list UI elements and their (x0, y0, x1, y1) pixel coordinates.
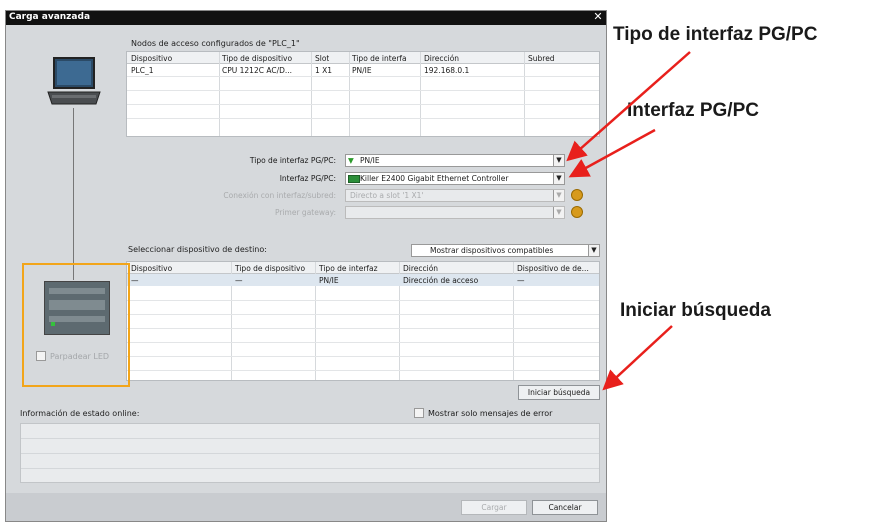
arrow-to-search (602, 325, 673, 391)
arrow-to-iface-type (566, 51, 691, 162)
annotation-arrows (566, 51, 691, 391)
arrow-to-iface (568, 128, 656, 178)
